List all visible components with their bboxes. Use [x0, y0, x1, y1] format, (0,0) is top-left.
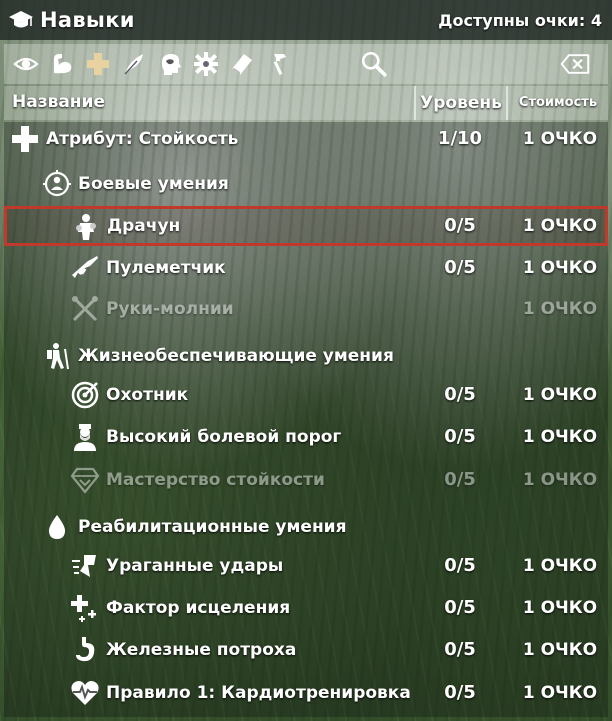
perk-cost: 1 ОЧКО [522, 258, 598, 278]
perk-row[interactable]: Охотник 0/5 1 ОЧКО [4, 378, 608, 412]
feather-icon[interactable] [120, 50, 148, 78]
perk-row-locked[interactable]: Руки-молнии 1 ОЧКО [4, 292, 608, 326]
machine-gun-icon [70, 253, 100, 283]
brawler-icon [71, 212, 101, 242]
perk-name: Высокий болевой порог [106, 427, 342, 447]
bearded-man-icon [70, 422, 100, 452]
perk-cost: 1 ОЧКО [522, 299, 598, 319]
perk-name: Руки-молнии [106, 299, 234, 319]
perk-row[interactable]: Фактор исцеления 0/5 1 ОЧКО [4, 591, 608, 625]
heartbeat-icon [70, 678, 100, 708]
hiker-icon [42, 341, 72, 371]
perk-row-selected[interactable]: Драчун 0/5 1 ОЧКО [4, 206, 608, 246]
perk-level: 0/5 [444, 426, 476, 447]
perk-cost: 1 ОЧКО [522, 683, 598, 703]
group-name: Боевые умения [78, 174, 229, 194]
perk-name: Фактор исцеления [106, 598, 291, 618]
target-icon [70, 380, 100, 410]
plus-cross-icon [10, 124, 40, 154]
perk-row[interactable]: Железные потроха 0/5 1 ОЧКО [4, 633, 608, 667]
attribute-row[interactable]: Атрибут: Стойкость 1/10 1 ОЧКО [4, 122, 608, 156]
column-name-header[interactable]: Название [12, 92, 105, 112]
perk-row[interactable]: Высокий болевой порог 0/5 1 ОЧКО [4, 420, 608, 454]
perk-row[interactable]: Пулеметчик 0/5 1 ОЧКО [4, 251, 608, 285]
magnifier-icon[interactable] [360, 50, 388, 78]
perk-cost: 1 ОЧКО [522, 640, 598, 660]
search-input[interactable] [398, 51, 552, 79]
perk-name: Пулеметчик [106, 258, 226, 278]
group-name: Реабилитационные умения [78, 517, 347, 537]
perk-level: 0/5 [444, 639, 476, 660]
perk-cost: 1 ОЧКО [522, 470, 598, 490]
perk-name: Мастерство стойкости [106, 470, 325, 490]
group-name: Жизнеобеспечивающие умения [78, 346, 394, 366]
perk-level: 0/5 [444, 597, 476, 618]
perk-level: 0/5 [444, 469, 476, 490]
perk-row[interactable]: Правило 1: Кардиотренировка 0/5 1 ОЧКО [4, 676, 608, 710]
perk-cost: 1 ОЧКО [522, 216, 598, 236]
perk-level: 0/5 [444, 215, 476, 236]
group-row[interactable]: Боевые умения [4, 167, 608, 201]
column-header: Название Уровень Стоимость [4, 86, 608, 120]
perk-cost: 1 ОЧКО [522, 427, 598, 447]
skill-name: Атрибут: Стойкость [46, 129, 239, 149]
perk-name: Правило 1: Кардиотренировка [106, 683, 411, 703]
skill-cost: 1 ОЧКО [522, 129, 598, 149]
crosshair-person-icon [42, 169, 72, 199]
perk-row-locked[interactable]: Мастерство стойкости 0/5 1 ОЧКО [4, 463, 608, 497]
skills-window: Навыки Доступны очки: 4 Название Уровень… [0, 0, 612, 721]
stomach-icon [70, 635, 100, 665]
graduation-cap-icon [9, 11, 33, 28]
title-bar: Навыки Доступны очки: 4 [0, 0, 612, 40]
perk-cost: 1 ОЧКО [522, 385, 598, 405]
crossed-knuckles-icon [70, 294, 100, 324]
eye-icon[interactable] [12, 50, 40, 78]
hammer-icon[interactable] [264, 50, 292, 78]
perk-name: Охотник [106, 385, 189, 405]
droplet-icon [42, 512, 72, 542]
fast-strike-icon [70, 551, 100, 581]
healing-plus-icon [70, 593, 100, 623]
gear-icon[interactable] [192, 50, 220, 78]
skill-level: 1/10 [437, 128, 483, 149]
perk-name: Железные потроха [106, 640, 297, 660]
clear-search-button[interactable] [558, 51, 592, 77]
group-row[interactable]: Реабилитационные умения [4, 510, 608, 544]
category-toolbar [4, 44, 608, 84]
column-level-header[interactable]: Уровень [414, 86, 508, 120]
perk-level: 0/5 [444, 555, 476, 576]
group-row[interactable]: Жизнеобеспечивающие умения [4, 339, 608, 373]
window-title: Навыки [40, 8, 135, 32]
plus-cross-icon[interactable] [84, 50, 112, 78]
perk-cost: 1 ОЧКО [522, 556, 598, 576]
perk-cost: 1 ОЧКО [522, 598, 598, 618]
perk-name: Ураганные удары [106, 556, 284, 576]
perk-row[interactable]: Ураганные удары 0/5 1 ОЧКО [4, 549, 608, 583]
backspace-icon [560, 54, 590, 74]
muscle-arm-icon[interactable] [48, 50, 76, 78]
available-points: Доступны очки: 4 [438, 10, 602, 30]
perk-level: 0/5 [444, 257, 476, 278]
column-cost-header[interactable]: Стоимость [508, 86, 608, 120]
perk-name: Драчун [107, 216, 181, 236]
perk-level: 0/5 [444, 384, 476, 405]
book-icon[interactable] [228, 50, 256, 78]
skills-list: Атрибут: Стойкость 1/10 1 ОЧКО Боевые ум… [4, 122, 608, 717]
brain-head-icon[interactable] [156, 50, 184, 78]
diamond-skill-icon [70, 465, 100, 495]
perk-level: 0/5 [444, 682, 476, 703]
search-box [360, 47, 596, 81]
